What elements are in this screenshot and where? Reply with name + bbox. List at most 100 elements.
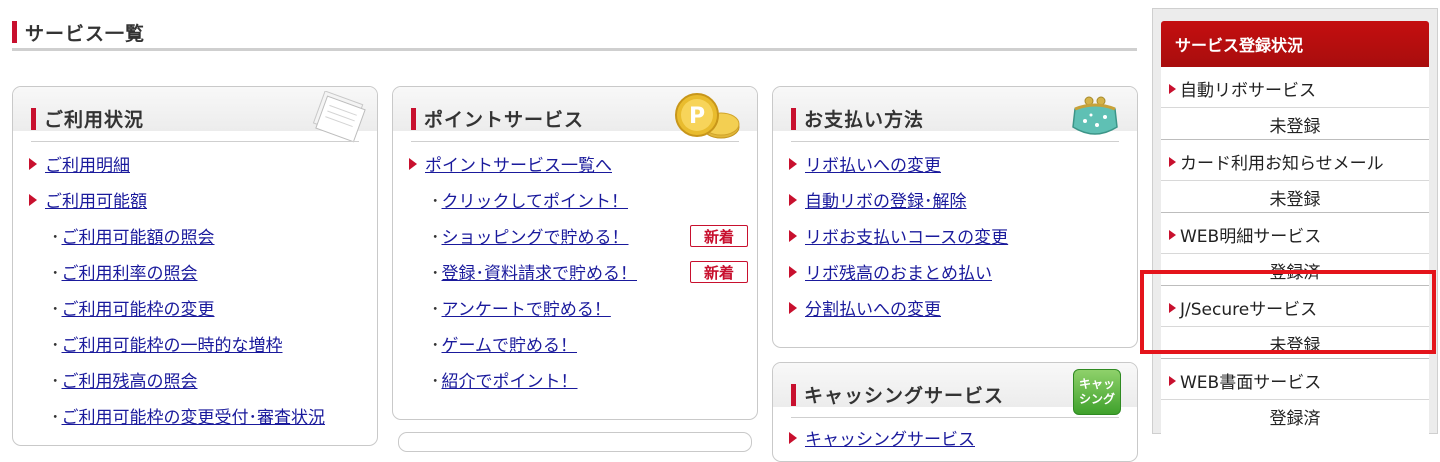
list-item[interactable]: ･ クリックしてポイント！ (431, 187, 628, 212)
list-item[interactable]: ･ ご利用可能額の照会 (51, 223, 215, 248)
status-badge: 登録済 (1269, 263, 1321, 283)
arrow-right-icon (789, 193, 797, 206)
link-registration-points[interactable]: 登録･資料請求で貯める！ (442, 259, 638, 284)
link-click-points[interactable]: クリックしてポイント！ (442, 187, 629, 212)
list-item[interactable]: キャッシングサービス (789, 425, 975, 450)
arrow-right-icon (789, 301, 797, 314)
status-badge: 未登録 (1269, 336, 1321, 356)
list-item[interactable]: 自動リボの登録･解除 (789, 187, 967, 212)
bullet-dot: ･ (431, 264, 440, 284)
arrow-right-icon (789, 265, 797, 278)
list-item[interactable]: ･ 登録･資料請求で貯める！ (431, 259, 637, 284)
link-limit-change-status[interactable]: ご利用可能枠の変更受付･審査状況 (62, 403, 326, 428)
link-installment-change[interactable]: 分割払いへの変更 (805, 295, 941, 320)
usage-panel-divider (31, 141, 359, 142)
bullet-dot: ･ (431, 228, 440, 248)
cashing-badge-icon: キャッシング (1073, 369, 1121, 415)
point-panel-title-text: ポイントサービス (424, 109, 585, 131)
point-panel-title: ポイントサービス (411, 105, 584, 132)
point-panel: ポイントサービス P ポイントサービス一覧へ ･ クリックしてポイント！ ･ シ… (392, 86, 758, 420)
status-badge: 未登録 (1269, 190, 1321, 210)
service-name: WEB明細サービス (1169, 222, 1321, 247)
list-item[interactable]: ご利用明細 (29, 151, 130, 176)
arrow-right-icon (1169, 83, 1176, 94)
arrow-right-icon (789, 229, 797, 242)
link-game-points[interactable]: ゲームで貯める！ (442, 331, 578, 356)
divider (1161, 399, 1429, 400)
link-usage-statement[interactable]: ご利用明細 (45, 151, 130, 176)
service-item-j-secure: J/Secureサービス 未登録 (1161, 286, 1429, 359)
link-available-amount[interactable]: ご利用可能額 (45, 187, 147, 212)
service-name: WEB書面サービス (1169, 368, 1321, 393)
service-name-text: J/Secureサービス (1180, 300, 1318, 320)
list-item[interactable]: 分割払いへの変更 (789, 295, 941, 320)
link-revolving-change[interactable]: リボ払いへの変更 (805, 151, 941, 176)
service-name-text: 自動リボサービス (1180, 81, 1316, 101)
list-item[interactable]: ･ ご利用可能枠の変更 (51, 295, 215, 320)
divider (1161, 180, 1429, 181)
link-limit-change[interactable]: ご利用可能枠の変更 (62, 295, 215, 320)
service-item-web-document: WEB書面サービス 登録済 (1161, 359, 1429, 431)
bullet-dot: ･ (51, 228, 60, 248)
link-revolving-course[interactable]: リボお支払いコースの変更 (805, 223, 1008, 248)
service-item-card-notice-mail: カード利用お知らせメール 未登録 (1161, 140, 1429, 213)
cashing-panel-title: キャッシングサービス (791, 381, 1004, 408)
list-item[interactable]: ポイントサービス一覧へ (409, 151, 612, 176)
title-marker (31, 107, 36, 130)
arrow-right-icon (789, 431, 797, 444)
list-item[interactable]: ･ アンケートで貯める！ (431, 295, 611, 320)
link-shopping-points[interactable]: ショッピングで貯める！ (442, 223, 629, 248)
list-item[interactable]: ･ ご利用可能枠の変更受付･審査状況 (51, 403, 325, 428)
list-item[interactable]: ･ ご利用利率の照会 (51, 259, 198, 284)
documents-icon (312, 91, 366, 143)
svg-text:P: P (689, 104, 705, 129)
service-item-web-statement: WEB明細サービス 登録済 (1161, 213, 1429, 286)
arrow-right-icon (1169, 375, 1176, 386)
bullet-dot: ･ (51, 300, 60, 320)
service-name-text: WEB明細サービス (1180, 227, 1322, 247)
service-name: 自動リボサービス (1169, 76, 1316, 101)
service-name-text: WEB書面サービス (1180, 373, 1322, 393)
usage-panel-title: ご利用状況 (31, 105, 144, 132)
point-coin-icon: P (675, 93, 740, 139)
list-item[interactable]: ･ ご利用残高の照会 (51, 367, 198, 392)
status-badge: 登録済 (1269, 409, 1321, 429)
arrow-right-icon (409, 157, 417, 170)
link-interest-rate-inquiry[interactable]: ご利用利率の照会 (62, 259, 198, 284)
list-item[interactable]: リボ払いへの変更 (789, 151, 941, 176)
service-name: カード利用お知らせメール (1169, 149, 1384, 174)
link-available-amount-inquiry[interactable]: ご利用可能額の照会 (62, 223, 215, 248)
new-badge: 新着 (690, 261, 748, 283)
arrow-right-icon (1169, 302, 1176, 313)
list-item[interactable]: ･ ショッピングで貯める！ (431, 223, 629, 248)
link-balance-inquiry[interactable]: ご利用残高の照会 (62, 367, 198, 392)
page-title-text: サービス一覧 (25, 22, 146, 45)
divider (1161, 326, 1429, 327)
list-item[interactable]: ご利用可能額 (29, 187, 147, 212)
link-survey-points[interactable]: アンケートで貯める！ (442, 295, 611, 320)
coin-purse-icon (1072, 96, 1118, 135)
bullet-dot: ･ (431, 300, 440, 320)
payment-panel-title: お支払い方法 (791, 105, 924, 132)
list-item[interactable]: リボ残高のおまとめ払い (789, 259, 992, 284)
payment-panel: お支払い方法 リボ払いへの変更 自動リボの登録･解除 リボお支払いコースの変更 … (772, 86, 1138, 348)
list-item[interactable]: ･ ゲームで貯める！ (431, 331, 577, 356)
link-point-services[interactable]: ポイントサービス一覧へ (425, 151, 612, 176)
title-marker (791, 107, 796, 130)
bullet-dot: ･ (431, 192, 440, 212)
bullet-dot: ･ (51, 336, 60, 356)
service-status-sidebar: サービス登録状況 自動リボサービス 未登録 カード利用お知らせメール 未登録 W… (1152, 8, 1438, 439)
link-revolving-lump-sum[interactable]: リボ残高のおまとめ払い (805, 259, 992, 284)
list-item[interactable]: ･ ご利用可能枠の一時的な増枠 (51, 331, 283, 356)
link-referral-points[interactable]: 紹介でポイント！ (442, 367, 578, 392)
service-item-auto-revolving: 自動リボサービス 未登録 (1161, 67, 1429, 140)
title-marker (411, 107, 416, 130)
list-item[interactable]: リボお支払いコースの変更 (789, 223, 1008, 248)
arrow-right-icon (1169, 156, 1176, 167)
divider (1161, 107, 1429, 108)
new-badge: 新着 (690, 225, 748, 247)
link-auto-revolving[interactable]: 自動リボの登録･解除 (805, 187, 967, 212)
link-cashing-service[interactable]: キャッシングサービス (805, 425, 975, 450)
link-temporary-limit-increase[interactable]: ご利用可能枠の一時的な増枠 (62, 331, 283, 356)
list-item[interactable]: ･ 紹介でポイント！ (431, 367, 578, 392)
